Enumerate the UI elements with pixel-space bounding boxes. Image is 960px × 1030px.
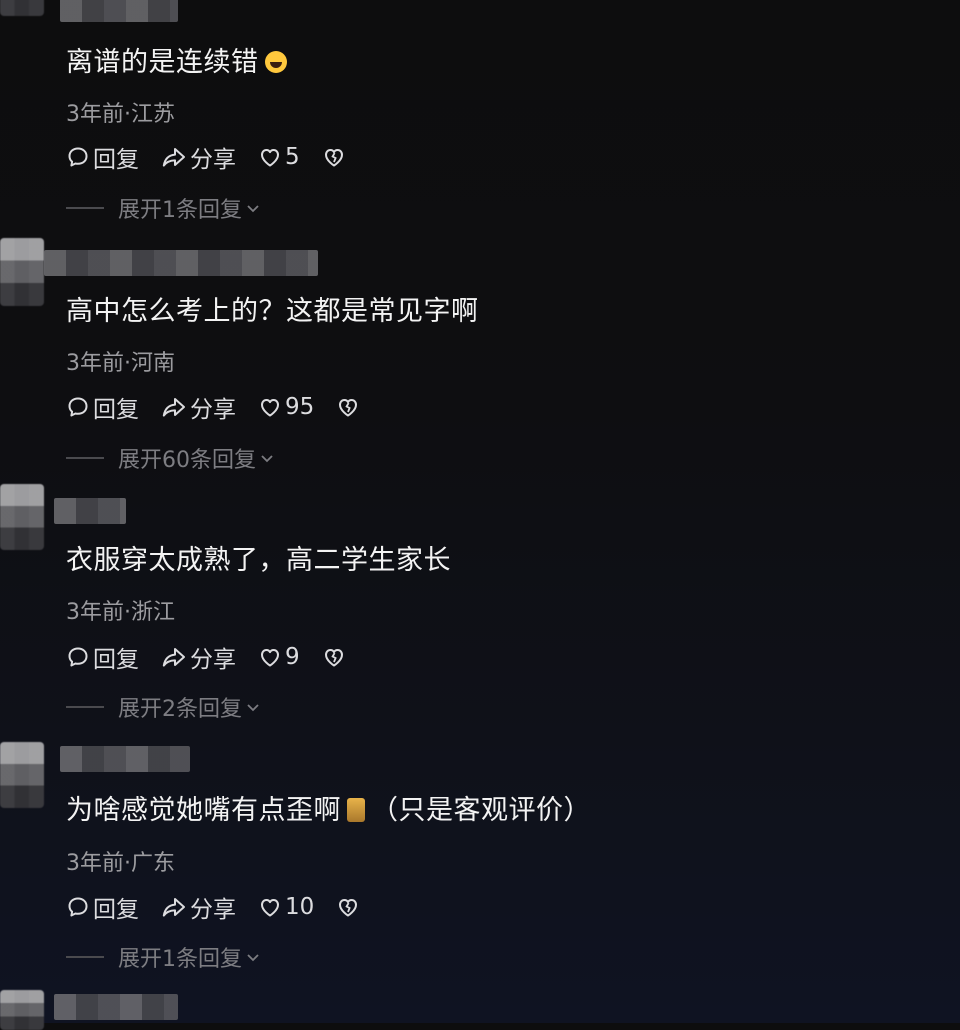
avatar-partial-top[interactable] (0, 0, 44, 16)
reply-button[interactable]: 回复 (66, 140, 139, 174)
comment-actions: 回复 分享 95 (66, 390, 382, 424)
comment-text: 为啥感觉她嘴有点歪啊 （只是客观评价） (66, 795, 591, 826)
comment-meta: 3年前·浙江 (66, 600, 175, 625)
share-button[interactable]: 分享 (161, 140, 236, 174)
comment-text: 离谱的是连续错 (66, 46, 287, 80)
reply-button[interactable]: 回复 (66, 640, 139, 674)
reply-label: 回复 (93, 647, 139, 673)
share-arrow-icon (162, 398, 185, 417)
like-count: 5 (285, 144, 300, 170)
sticker-emoji (347, 798, 365, 822)
comment-actions: 回复 分享 9 (66, 640, 368, 674)
reply-bubble-icon (68, 147, 88, 167)
expand-replies-button[interactable]: 展开60条回复 (66, 443, 276, 473)
divider-line (66, 706, 104, 708)
broken-heart-icon (339, 899, 358, 917)
share-label: 分享 (190, 647, 236, 673)
heart-icon (261, 899, 279, 917)
expand-replies-label: 展开1条回复 (118, 198, 242, 223)
share-arrow-icon (162, 148, 185, 167)
reply-bubble-icon (68, 397, 88, 417)
broken-heart-icon (324, 149, 343, 167)
heart-icon (261, 399, 279, 417)
divider-line (66, 207, 104, 209)
username-blurred[interactable] (44, 250, 318, 276)
share-arrow-icon (162, 648, 185, 667)
avatar-partial-bottom[interactable] (0, 990, 44, 1030)
chevron-down-icon (247, 954, 259, 962)
expand-replies-button[interactable]: 展开1条回复 (66, 942, 262, 972)
grinning-face-emoji (264, 51, 287, 73)
dislike-button[interactable] (336, 395, 360, 419)
username-blurred-bottom[interactable] (54, 994, 178, 1020)
chevron-down-icon (261, 455, 273, 463)
comment-meta: 3年前·江苏 (66, 102, 175, 127)
username-blurred[interactable] (54, 498, 126, 524)
chevron-down-icon (247, 205, 259, 213)
divider-line (66, 457, 104, 459)
expand-replies-button[interactable]: 展开2条回复 (66, 692, 262, 722)
comment-actions: 回复 分享 5 (66, 140, 368, 174)
dislike-button[interactable] (336, 895, 360, 919)
share-arrow-icon (162, 898, 185, 917)
avatar[interactable] (0, 238, 44, 306)
heart-icon (261, 649, 279, 667)
comment-text: 高中怎么考上的？这都是常见字啊 (66, 296, 479, 327)
reply-button[interactable]: 回复 (66, 890, 139, 924)
reply-bubble-icon (68, 647, 88, 667)
like-button[interactable]: 10 (258, 894, 314, 920)
share-label: 分享 (190, 897, 236, 923)
comment-meta: 3年前·广东 (66, 851, 175, 876)
like-button[interactable]: 95 (258, 394, 314, 420)
comment-meta: 3年前·河南 (66, 351, 175, 376)
dislike-button[interactable] (322, 145, 346, 169)
avatar[interactable] (0, 742, 44, 808)
avatar[interactable] (0, 484, 44, 550)
share-button[interactable]: 分享 (161, 390, 236, 424)
broken-heart-icon (324, 649, 343, 667)
like-count: 10 (285, 894, 315, 920)
expand-replies-button[interactable]: 展开1条回复 (66, 193, 262, 223)
like-button[interactable]: 9 (258, 644, 300, 670)
comment-actions: 回复 分享 10 (66, 890, 382, 924)
like-button[interactable]: 5 (258, 144, 300, 170)
share-label: 分享 (190, 147, 236, 173)
reply-label: 回复 (93, 897, 139, 923)
comment-text: 衣服穿太成熟了，高二学生家长 (66, 545, 451, 576)
reply-button[interactable]: 回复 (66, 390, 139, 424)
expand-replies-label: 展开1条回复 (118, 947, 242, 972)
like-count: 95 (285, 394, 315, 420)
reply-bubble-icon (68, 897, 88, 917)
broken-heart-icon (339, 399, 358, 417)
expand-replies-label: 展开60条回复 (118, 448, 256, 473)
username-blurred-top[interactable] (60, 0, 178, 22)
share-button[interactable]: 分享 (161, 640, 236, 674)
chevron-down-icon (247, 704, 259, 712)
username-blurred[interactable] (60, 746, 190, 772)
heart-icon (261, 149, 279, 167)
reply-label: 回复 (93, 397, 139, 423)
expand-replies-label: 展开2条回复 (118, 697, 242, 722)
like-count: 9 (285, 644, 300, 670)
share-button[interactable]: 分享 (161, 890, 236, 924)
reply-label: 回复 (93, 147, 139, 173)
divider-line (66, 956, 104, 958)
dislike-button[interactable] (322, 645, 346, 669)
share-label: 分享 (190, 397, 236, 423)
